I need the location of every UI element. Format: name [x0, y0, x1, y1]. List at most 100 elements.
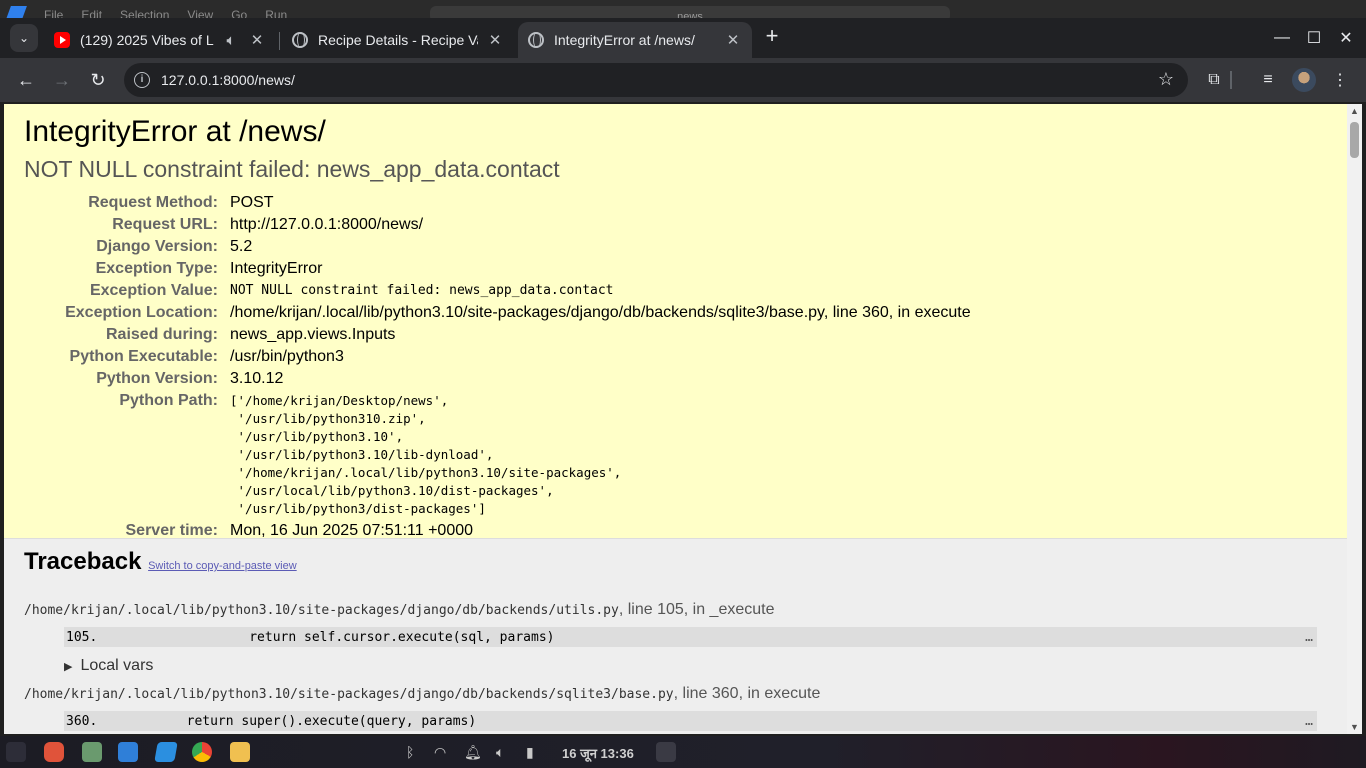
minimize-button[interactable]: —	[1270, 26, 1294, 50]
media-control-icon[interactable]: ≡	[1256, 68, 1280, 92]
meta-row: Python Executable: /usr/bin/python3	[24, 346, 971, 368]
meta-value: NOT NULL constraint failed: news_app_dat…	[230, 283, 614, 298]
context-line[interactable]: 105. return self.cursor.execute(sql, par…	[64, 627, 1317, 647]
globe-icon	[292, 32, 308, 48]
frame-location: , line 105, in _execute	[618, 601, 775, 618]
reload-button[interactable]: ↻	[84, 66, 112, 94]
screenshot-app-icon[interactable]	[656, 742, 676, 762]
vscode-menu-item[interactable]: Go	[231, 8, 247, 18]
frame-file-line: /home/krijan/.local/lib/python3.10/site-…	[24, 601, 1327, 619]
vscode-menu: File Edit Selection View Go Run	[44, 8, 287, 18]
scroll-up-icon[interactable]: ▲	[1350, 106, 1359, 116]
clock[interactable]: 16 जून 13:36	[562, 744, 634, 762]
frame-file-path: /home/krijan/.local/lib/python3.10/site-…	[24, 603, 619, 618]
arrow-right-icon: →	[53, 69, 71, 90]
code-text: return self.cursor.execute(sql, params)	[124, 629, 555, 645]
chrome-icon[interactable]	[192, 742, 212, 762]
expand-context-icon[interactable]: …	[1305, 714, 1313, 729]
code-text: return super().execute(query, params)	[124, 713, 477, 729]
text-editor-icon[interactable]	[230, 742, 250, 762]
frame-location: , line 360, in execute	[673, 685, 821, 702]
tab-recipe-details[interactable]: Recipe Details - Recipe Vau ✕	[282, 22, 514, 58]
vscode-logo-icon	[5, 6, 27, 18]
address-bar[interactable]: i 127.0.0.1:8000/news/ ☆	[124, 63, 1188, 97]
tab-title: (129) 2025 Vibes of Lov	[80, 32, 214, 48]
vscode-search-text: news	[677, 11, 703, 18]
vscode-menu-item[interactable]: View	[187, 8, 213, 18]
tab-youtube[interactable]: (129) 2025 Vibes of Lov 🔈︎ ✕	[44, 22, 276, 58]
browser-tab-bar: ⌄ (129) 2025 Vibes of Lov 🔈︎ ✕ Recipe De…	[0, 18, 1366, 58]
frame-file-line: /home/krijan/.local/lib/python3.10/site-…	[24, 685, 1327, 703]
back-button[interactable]: ←	[12, 66, 40, 94]
maximize-button[interactable]: ☐	[1302, 26, 1326, 50]
site-info-icon[interactable]: i	[134, 72, 150, 88]
expand-context-icon[interactable]: …	[1305, 630, 1313, 645]
wifi-icon[interactable]: ◠	[434, 744, 446, 761]
notification-bell-icon[interactable]: 🔔︎	[464, 744, 482, 761]
tab-integrity-error[interactable]: IntegrityError at /news/ ✕	[518, 22, 752, 58]
scrollbar-thumb[interactable]	[1350, 122, 1359, 158]
meta-row: Raised during: news_app.views.Inputs	[24, 324, 971, 346]
traceback-section: Traceback Switch to copy-and-paste view …	[4, 539, 1347, 734]
tab-search-button[interactable]: ⌄	[10, 24, 38, 52]
context-line[interactable]: 360. return super().execute(query, param…	[64, 711, 1317, 731]
vscode-icon[interactable]	[154, 742, 178, 762]
bluetooth-icon[interactable]: ᛒ	[406, 744, 414, 760]
globe-icon	[528, 32, 544, 48]
toolbar-divider	[1230, 71, 1232, 89]
forward-button[interactable]: →	[48, 66, 76, 94]
meta-value: /home/krijan/.local/lib/python3.10/site-…	[230, 304, 971, 321]
extensions-icon[interactable]: ⧉	[1202, 68, 1226, 92]
meta-label: Request Method:	[88, 194, 218, 211]
reload-icon: ↻	[90, 69, 106, 90]
files-icon[interactable]	[82, 742, 102, 762]
local-vars-toggle[interactable]: ▶ Local vars	[64, 657, 1327, 675]
request-meta-table: Request Method: POST Request URL: http://1…	[24, 192, 971, 542]
meta-label: Exception Location:	[65, 304, 218, 321]
meta-label: Django Version:	[96, 238, 218, 255]
django-error-page: IntegrityError at /news/ NOT NULL constr…	[4, 104, 1347, 734]
youtube-icon	[54, 32, 70, 48]
meta-row: Exception Type: IntegrityError	[24, 258, 971, 280]
line-number: 360.	[66, 713, 98, 729]
store-icon[interactable]	[118, 742, 138, 762]
more-menu-icon[interactable]: ⋮	[1328, 68, 1352, 92]
meta-row: Django Version: 5.2	[24, 236, 971, 258]
brave-browser-icon[interactable]	[44, 742, 64, 762]
vscode-menu-item[interactable]: Selection	[120, 8, 169, 18]
tab-title: Recipe Details - Recipe Vau	[318, 32, 478, 48]
page-scrollbar[interactable]: ▲ ▼	[1347, 104, 1362, 734]
app-menu-icon[interactable]	[6, 742, 26, 762]
vscode-menu-item[interactable]: File	[44, 8, 63, 18]
browser-toolbar: ← → ↻ i 127.0.0.1:8000/news/ ☆ ⧉ ≡ ⋮	[0, 58, 1366, 102]
url-text[interactable]: 127.0.0.1:8000/news/	[161, 72, 295, 88]
close-icon[interactable]: ✕	[248, 31, 266, 49]
frame-file-path: /home/krijan/.local/lib/python3.10/site-…	[24, 687, 674, 702]
battery-icon[interactable]: ▮	[526, 744, 534, 761]
page-title: IntegrityError at /news/	[24, 115, 326, 148]
meta-value: POST	[230, 194, 274, 211]
triangle-right-icon: ▶	[64, 660, 73, 673]
close-icon[interactable]: ✕	[486, 31, 504, 49]
vscode-menu-item[interactable]: Run	[265, 8, 287, 18]
close-window-button[interactable]: ✕	[1334, 26, 1358, 50]
meta-label: Python Executable:	[69, 348, 218, 365]
vscode-menu-item[interactable]: Edit	[81, 8, 102, 18]
meta-row: Request URL: http://127.0.0.1:8000/news/	[24, 214, 971, 236]
meta-value: 5.2	[230, 238, 253, 255]
speaker-icon[interactable]: 🔈︎	[222, 31, 240, 49]
meta-row: Exception Location: /home/krijan/.local/l…	[24, 302, 971, 324]
scroll-down-icon[interactable]: ▼	[1350, 722, 1359, 732]
vscode-search-box[interactable]: news	[430, 6, 950, 18]
meta-row: Python Version: 3.10.12	[24, 368, 971, 390]
bookmark-star-icon[interactable]: ☆	[1158, 69, 1174, 90]
python-path-value: ['/home/krijan/Desktop/news', '/usr/lib/…	[230, 393, 622, 516]
meta-label: Python Version:	[96, 370, 218, 387]
switch-copy-paste-link[interactable]: Switch to copy-and-paste view	[148, 560, 297, 572]
volume-icon[interactable]: 🔈︎	[496, 744, 504, 761]
avatar[interactable]	[1292, 68, 1316, 92]
close-icon[interactable]: ✕	[724, 31, 742, 49]
new-tab-button[interactable]: +	[760, 23, 784, 48]
meta-row: Exception Value: NOT NULL constraint fail…	[24, 280, 971, 302]
system-taskbar: ᛒ ◠ 🔔︎ 🔈︎ ▮ 16 जून 13:36	[0, 736, 1366, 768]
